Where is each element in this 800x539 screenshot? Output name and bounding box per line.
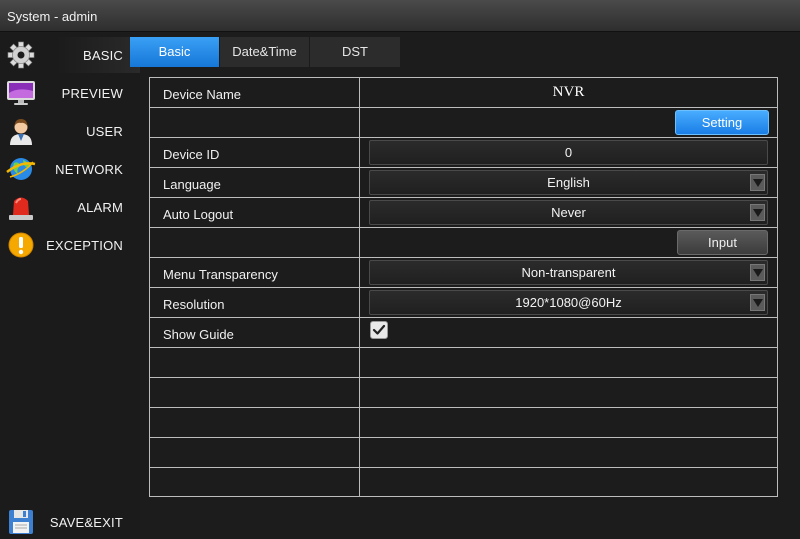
language-dropdown[interactable]: English	[369, 170, 768, 195]
device-name-label: Device Name	[163, 87, 242, 102]
resolution-label: Resolution	[163, 297, 225, 312]
row-device-id: Device ID 0	[150, 138, 777, 168]
table-row	[150, 378, 777, 408]
sidebar-item-user[interactable]: USER	[0, 113, 140, 149]
checkmark-icon	[372, 324, 386, 335]
row-auto-logout: Auto Logout Never	[150, 198, 777, 228]
setting-button[interactable]: Setting	[675, 110, 769, 135]
show-guide-label: Show Guide	[163, 327, 234, 342]
chevron-down-icon[interactable]	[750, 204, 765, 221]
sidebar-item-exception[interactable]: EXCEPTION	[0, 227, 140, 263]
row-language: Language English	[150, 168, 777, 198]
sidebar-item-preview[interactable]: PREVIEW	[0, 75, 140, 111]
sidebar-item-alarm[interactable]: ALARM	[0, 189, 140, 225]
tab-date-time[interactable]: Date&Time	[219, 37, 309, 67]
row-input: Input	[150, 228, 777, 258]
menu-transparency-dropdown[interactable]: Non-transparent	[369, 260, 768, 285]
gear-icon	[6, 41, 36, 69]
tab-basic[interactable]: Basic	[130, 37, 219, 67]
language-value: English	[547, 175, 590, 190]
save-exit-button[interactable]: SAVE&EXIT	[0, 504, 140, 539]
warning-icon	[6, 231, 36, 259]
window-title: System - admin	[7, 9, 98, 24]
tab-dst[interactable]: DST	[309, 37, 400, 67]
device-name-value[interactable]: NVR	[360, 84, 777, 101]
table-row	[150, 468, 777, 496]
globe-icon	[6, 155, 36, 183]
language-label: Language	[163, 177, 221, 192]
save-exit-label: SAVE&EXIT	[49, 515, 123, 530]
row-device-name: Device Name NVR	[150, 78, 777, 108]
row-resolution: Resolution 1920*1080@60Hz	[150, 288, 777, 318]
device-id-field[interactable]: 0	[369, 140, 768, 165]
auto-logout-value: Never	[551, 205, 586, 220]
alarm-icon	[6, 193, 36, 221]
row-setting: Setting	[150, 108, 777, 138]
sidebar-item-network[interactable]: NETWORK	[0, 151, 140, 187]
sidebar-item-label: USER	[86, 124, 123, 139]
settings-grid: Device Name NVR Setting Device ID 0 Lang…	[149, 77, 778, 497]
auto-logout-label: Auto Logout	[163, 207, 234, 222]
table-row	[150, 348, 777, 378]
sidebar-item-label: ALARM	[77, 200, 123, 215]
row-show-guide: Show Guide	[150, 318, 777, 348]
title-bar: System - admin	[0, 0, 800, 32]
chevron-down-icon[interactable]	[750, 174, 765, 191]
sidebar-item-label: EXCEPTION	[46, 238, 123, 253]
resolution-dropdown[interactable]: 1920*1080@60Hz	[369, 290, 768, 315]
input-button[interactable]: Input	[677, 230, 768, 255]
chevron-down-icon[interactable]	[750, 294, 765, 311]
menu-transparency-value: Non-transparent	[521, 265, 616, 280]
user-icon	[6, 117, 36, 145]
floppy-disk-icon	[6, 508, 36, 536]
sidebar-item-label: PREVIEW	[61, 86, 123, 101]
sidebar-item-basic[interactable]: BASIC	[0, 37, 140, 73]
sidebar: BASIC PREVIEW USER NETWORK ALARM EXCEPTI…	[0, 33, 140, 539]
row-menu-transparency: Menu Transparency Non-transparent	[150, 258, 777, 288]
table-row	[150, 408, 777, 438]
monitor-icon	[6, 79, 36, 107]
sidebar-item-label: BASIC	[82, 48, 123, 63]
table-row	[150, 438, 777, 468]
auto-logout-dropdown[interactable]: Never	[369, 200, 768, 225]
show-guide-checkbox[interactable]	[370, 321, 388, 339]
menu-transparency-label: Menu Transparency	[163, 267, 278, 282]
sidebar-item-label: NETWORK	[55, 162, 123, 177]
resolution-value: 1920*1080@60Hz	[515, 295, 622, 310]
chevron-down-icon[interactable]	[750, 264, 765, 281]
device-id-label: Device ID	[163, 147, 220, 162]
